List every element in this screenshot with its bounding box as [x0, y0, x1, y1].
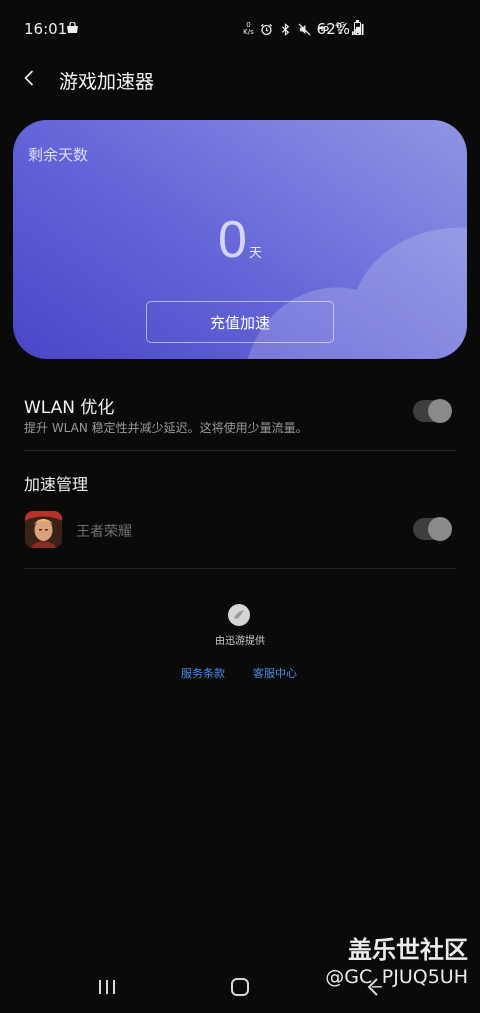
boost-management-title: 加速管理: [24, 475, 89, 494]
remaining-days-unit: 天: [248, 246, 262, 261]
remaining-days-card: 剩余天数 0天 充值加速: [13, 120, 467, 359]
game-name: 王者荣耀: [76, 524, 132, 540]
toggle-knob: [428, 517, 452, 541]
battery-percentage: 62%: [316, 20, 350, 38]
provider-logo-icon: [228, 604, 250, 626]
provider-attribution: 由迅游提供: [215, 636, 265, 647]
net-speed-indicator: 0 K/s: [242, 22, 254, 36]
remaining-days-value: 0: [218, 211, 247, 269]
battery-icon: [354, 20, 361, 35]
game-list-item[interactable]: 王者荣耀: [0, 505, 480, 555]
home-button-icon[interactable]: [231, 978, 249, 996]
back-navigation-icon[interactable]: [366, 978, 380, 996]
status-time: 16:01: [24, 20, 68, 38]
alarm-icon: [261, 23, 273, 35]
mute-icon: [298, 23, 311, 35]
wlan-optimization-toggle[interactable]: [413, 399, 452, 423]
recharge-boost-button[interactable]: 充值加速: [146, 301, 334, 343]
page-title: 游戏加速器: [59, 71, 155, 93]
divider: [24, 450, 456, 451]
recent-apps-icon[interactable]: [97, 979, 117, 995]
remaining-days-display: 0天: [13, 210, 467, 270]
wlan-optimization-description: 提升 WLAN 稳定性并减少延迟。这将使用少量流量。: [24, 421, 308, 435]
terms-of-service-link[interactable]: 服务条款: [181, 665, 225, 681]
honor-of-kings-app-icon: [25, 511, 62, 548]
wlan-optimization-row[interactable]: WLAN 优化 提升 WLAN 稳定性并减少延迟。这将使用少量流量。: [0, 388, 480, 450]
net-speed-unit: K/s: [243, 28, 254, 36]
game-boost-toggle[interactable]: [413, 517, 452, 541]
back-button[interactable]: [14, 62, 46, 94]
status-bar: 16:01 0 K/s HD 4G ⇅ 62%: [0, 0, 480, 58]
remaining-days-label: 剩余天数: [28, 146, 89, 164]
chevron-left-icon: [24, 70, 34, 86]
watermark-community-name: 盖乐世社区: [348, 936, 468, 964]
app-header: 游戏加速器: [0, 58, 480, 98]
navigation-bar: [0, 962, 480, 1013]
divider: [24, 568, 456, 569]
toggle-knob: [428, 399, 452, 423]
shopping-bag-icon: [67, 22, 78, 33]
wlan-optimization-title: WLAN 优化: [24, 398, 115, 418]
customer-service-link[interactable]: 客服中心: [253, 665, 297, 681]
bluetooth-icon: [282, 22, 290, 36]
